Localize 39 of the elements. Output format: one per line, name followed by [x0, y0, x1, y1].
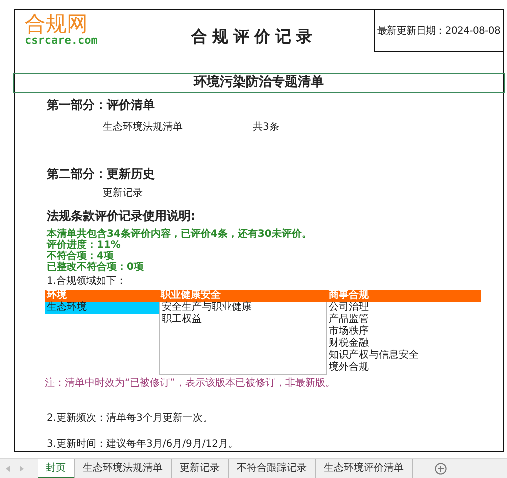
sheet-tab[interactable]: 更新记录 [172, 459, 229, 478]
table-cell-text: 职工权益 [161, 314, 203, 326]
stat-line: 本清单共包含34条评价内容，已评价4条，还有30未评价。 [47, 229, 312, 240]
note-text: 注：清单中时效为“已被修订”，表示该版本已被修订，非最新版。 [45, 378, 336, 390]
instructions-heading: 法规条款评价记录使用说明: [47, 209, 197, 223]
logo-domain: csrcare.com [25, 35, 99, 47]
section-heading: 第一部分：评价清单 [47, 98, 156, 112]
table-cell-text: 产品监管 [328, 314, 370, 326]
instruction-line: 2.更新频次：清单每3个月更新一次。 [47, 413, 214, 425]
table-cell: 生态环境 [45, 302, 159, 314]
table-header: 商事合规 [327, 290, 481, 302]
stat-line: 不符合项：4项 [47, 251, 114, 262]
sheet-link[interactable]: 更新记录 [103, 188, 143, 200]
table-header: 环境 [45, 290, 159, 302]
topic-title: 环境污染防治专题清单 [13, 73, 505, 93]
instruction-line: 3.更新时间：建议每年3月/6月/9月/12月。 [47, 439, 240, 451]
scroll-left-icon[interactable] [6, 466, 10, 472]
update-date: 最新更新日期：2024-08-08 [374, 10, 503, 52]
section-heading: 第二部分：更新历史 [47, 167, 156, 181]
table-cell-text: 知识产权与信息安全 [328, 350, 420, 362]
scroll-right-icon[interactable] [20, 466, 24, 472]
table-cell-text: 公司治理 [328, 302, 370, 314]
sheet-tab[interactable]: 不符合跟踪记录 [229, 459, 316, 478]
sheet-tab[interactable]: 封页 [38, 459, 75, 478]
document-title: 合规评价记录 [192, 27, 318, 46]
stat-line: 已整改不符合项：0项 [47, 262, 144, 273]
stat-line: 评价进度：11% [47, 240, 121, 251]
table-cell-text: 安全生产与职业健康 [161, 302, 253, 314]
domains-label: 1.合规领域如下： [47, 276, 128, 288]
table-cell-text: 境外合规 [328, 362, 370, 374]
sheet-tab[interactable]: 生态环境评价清单 [316, 459, 413, 478]
logo-name: 合规网 [25, 13, 89, 35]
add-sheet-icon[interactable] [435, 463, 447, 475]
sheet-tab[interactable]: 生态环境法规清单 [75, 459, 172, 478]
table-header: 职业健康安全 [159, 290, 327, 302]
table-cell-text: 财税金融 [328, 338, 370, 350]
table-cell-text: 市场秩序 [328, 326, 370, 338]
item-count: 共3条 [253, 122, 280, 134]
sheet-link[interactable]: 生态环境法规清单 [103, 122, 183, 134]
